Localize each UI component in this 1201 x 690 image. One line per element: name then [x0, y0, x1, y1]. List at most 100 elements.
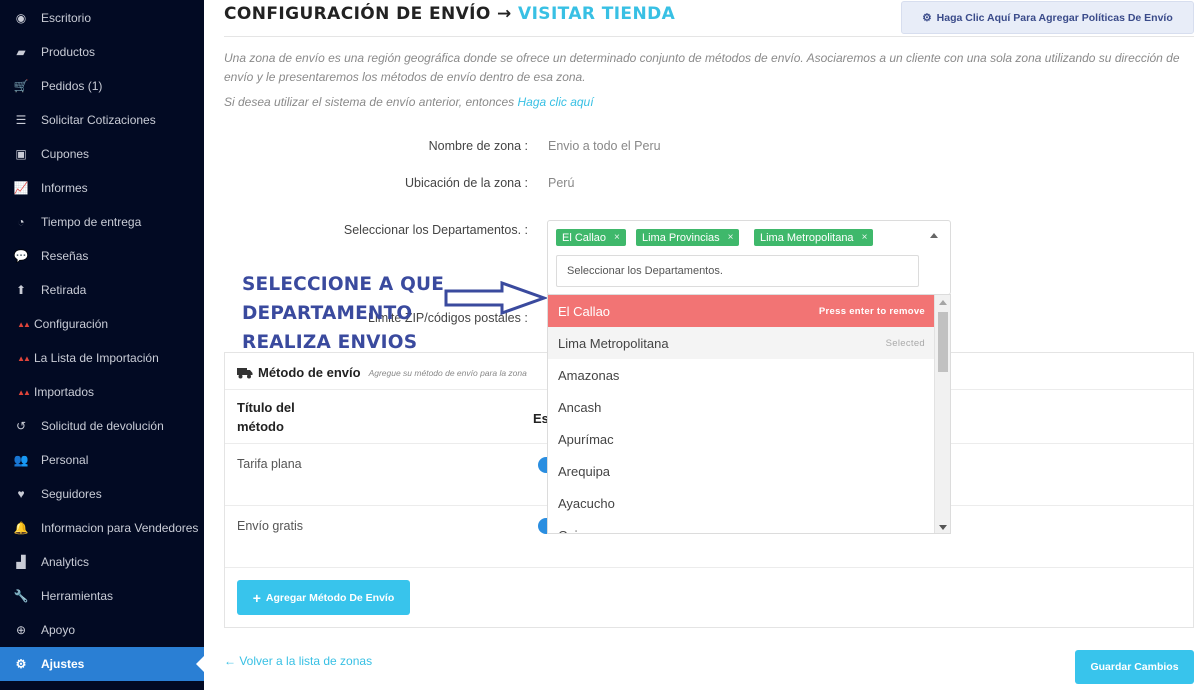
- dropdown-option[interactable]: Cajamarca: [548, 519, 935, 534]
- panel-title: Método de envío: [258, 365, 361, 380]
- sidebar-item[interactable]: ⬆ Retirada: [0, 273, 204, 307]
- sidebar-item-label: Solicitud de devolución: [41, 419, 164, 433]
- sidebar-item-label: Ajustes: [41, 657, 85, 671]
- sidebar-item[interactable]: ⚙ Ajustes: [0, 647, 205, 681]
- annotation-arrow-icon: [444, 280, 549, 316]
- tag-label: Lima Metropolitana: [760, 231, 854, 244]
- truck-icon: [237, 367, 253, 378]
- sidebar-item-label: Tiempo de entrega: [41, 215, 142, 229]
- dropdown-option[interactable]: Arequipa: [548, 455, 935, 487]
- column-header-line: método: [237, 419, 284, 434]
- sidebar-item[interactable]: ☰ Solicitar Cotizaciones: [0, 103, 204, 137]
- sidebar-item[interactable]: ↺ Solicitud de devolución: [0, 409, 204, 443]
- selected-tag[interactable]: Lima Provincias ×: [636, 229, 740, 246]
- option-label: Arequipa: [558, 463, 611, 479]
- comments-icon: 💬: [13, 249, 29, 263]
- selected-tag[interactable]: Lima Metropolitana ×: [754, 229, 874, 246]
- plus-icon: +: [252, 589, 261, 606]
- tag-label: El Callao: [562, 231, 607, 244]
- sidebar-item-label: Escritorio: [41, 11, 92, 25]
- sidebar-item[interactable]: 🔔 Informacion para Vendedores: [0, 511, 204, 545]
- sidebar-item[interactable]: ▲▲ Configuración: [0, 307, 204, 341]
- back-to-zones-link[interactable]: ← Volver a la lista de zonas: [224, 654, 372, 668]
- sidebar-item-label: Analytics: [41, 555, 90, 569]
- remove-tag-icon[interactable]: ×: [862, 232, 868, 243]
- sidebar-item[interactable]: ⊕ Apoyo: [0, 613, 204, 647]
- dropdown-option[interactable]: El Callao Press enter to remove: [548, 295, 935, 327]
- page-title: CONFIGURACIÓN DE ENVÍO → VISITAR TIENDA: [224, 4, 675, 24]
- dropdown-scrollbar[interactable]: [934, 295, 950, 533]
- save-changes-button[interactable]: Guardar Cambios: [1075, 650, 1194, 684]
- annotation-line: DEPARTAMENTO: [242, 303, 413, 324]
- palette-icon: ◉: [15, 11, 27, 25]
- departments-label: Seleccionar los Departamentos. :: [343, 223, 528, 237]
- add-shipping-method-button[interactable]: + Agregar Método De Envío: [237, 580, 410, 615]
- page-title-text: CONFIGURACIÓN DE ENVÍO →: [224, 4, 512, 24]
- departments-select[interactable]: El Callao × Lima Provincias × Lima Metro…: [547, 220, 951, 295]
- sidebar: ◉ Escritorio ▰ Productos 🛒 Pedidos (1) ☰ Solici…: [0, 0, 205, 690]
- gear-icon: ⚙: [922, 11, 932, 24]
- option-label: Ayacucho: [558, 495, 615, 511]
- caret-up-icon[interactable]: [930, 233, 938, 238]
- dropdown-option[interactable]: Ancash: [548, 391, 935, 423]
- sidebar-item[interactable]: ◉ Escritorio: [0, 1, 204, 35]
- departments-dropdown[interactable]: El Callao Press enter to remove Lima Metro…: [547, 294, 951, 534]
- sidebar-item[interactable]: ▲▲ La Lista de Importación: [0, 341, 204, 375]
- chart-icon: 📈: [13, 181, 29, 195]
- sidebar-item-label: La Lista de Importación: [34, 351, 159, 365]
- shipping-policy-button[interactable]: ⚙ Haga Clic Aquí Para Agregar Políticas …: [901, 1, 1194, 34]
- option-label: Cajamarca: [558, 528, 621, 534]
- sidebar-item[interactable]: ▲▲ Importados: [0, 375, 204, 409]
- sidebar-item-label: Apoyo: [41, 623, 76, 637]
- remove-tag-icon[interactable]: ×: [614, 232, 620, 243]
- divider: [225, 567, 1193, 568]
- annotation-callout: SELECCIONE A QUE DEPARTAMENTO REALIZA EN…: [242, 270, 444, 357]
- dropdown-option[interactable]: Apurímac: [548, 423, 935, 455]
- sidebar-item-label: Retirada: [41, 283, 87, 297]
- legacy-shipping-link[interactable]: Haga clic aquí: [518, 95, 594, 109]
- scroll-up-icon[interactable]: [939, 300, 947, 305]
- brand-logo-icon: ▲▲: [17, 387, 31, 397]
- sidebar-item[interactable]: 📈 Informes: [0, 171, 204, 205]
- zone-location-value: Perú: [548, 176, 575, 190]
- sidebar-item[interactable]: ♥ Seguidores: [0, 477, 204, 511]
- departments-search-input[interactable]: [556, 255, 919, 287]
- sidebar-item[interactable]: 💬 Reseñas: [0, 239, 204, 273]
- sidebar-item[interactable]: ▰ Productos: [0, 35, 204, 69]
- list-icon: ☰: [15, 113, 27, 127]
- legacy-shipping-text: Si desea utilizar el sistema de envío an…: [224, 95, 594, 109]
- panel-header: Método de envío Agregue su método de env…: [237, 365, 527, 380]
- option-label: Amazonas: [558, 367, 620, 383]
- dropdown-option[interactable]: Amazonas: [548, 359, 935, 391]
- sidebar-item[interactable]: ▣ Cupones: [0, 137, 204, 171]
- scroll-down-icon[interactable]: [939, 525, 947, 530]
- sidebar-item[interactable]: 🛒 Pedidos (1): [0, 69, 204, 103]
- heart-icon: ♥: [17, 487, 25, 501]
- zone-name-value: Envio a todo el Peru: [548, 139, 661, 153]
- sidebar-item[interactable]: 👥 Personal: [0, 443, 204, 477]
- intro-text: Una zona de envío es una región geográfi…: [224, 51, 1180, 84]
- dropdown-option[interactable]: Lima Metropolitana Selected: [548, 327, 935, 359]
- sidebar-item-label: Informes: [41, 181, 88, 195]
- clock-icon: ◔: [17, 215, 25, 229]
- gift-icon: ▣: [15, 147, 27, 161]
- sidebar-item[interactable]: ◔ Tiempo de entrega: [0, 205, 204, 239]
- shipping-method-name: Envío gratis: [237, 519, 304, 533]
- sidebar-item-label: Solicitar Cotizaciones: [41, 113, 156, 127]
- dropdown-option[interactable]: Ayacucho: [548, 487, 935, 519]
- zone-name-label: Nombre de zona :: [428, 139, 528, 153]
- sidebar-item-label: Herramientas: [41, 589, 114, 603]
- sidebar-item-label: Personal: [41, 453, 89, 467]
- add-shipping-method-label: Agregar Método De Envío: [265, 591, 395, 604]
- tag-label: Lima Provincias: [642, 231, 720, 244]
- option-label: Ancash: [558, 399, 602, 415]
- sidebar-item[interactable]: ▟ Analytics: [0, 545, 204, 579]
- header-divider: [224, 36, 1194, 37]
- visit-store-link[interactable]: VISITAR TIENDA: [518, 4, 675, 24]
- sidebar-item[interactable]: 🔧 Herramientas: [0, 579, 204, 613]
- scroll-thumb[interactable]: [938, 312, 948, 372]
- remove-tag-icon[interactable]: ×: [728, 232, 734, 243]
- area-chart-icon: ▟: [16, 555, 26, 569]
- option-hint: Selected: [885, 337, 925, 349]
- selected-tag[interactable]: El Callao ×: [556, 229, 626, 246]
